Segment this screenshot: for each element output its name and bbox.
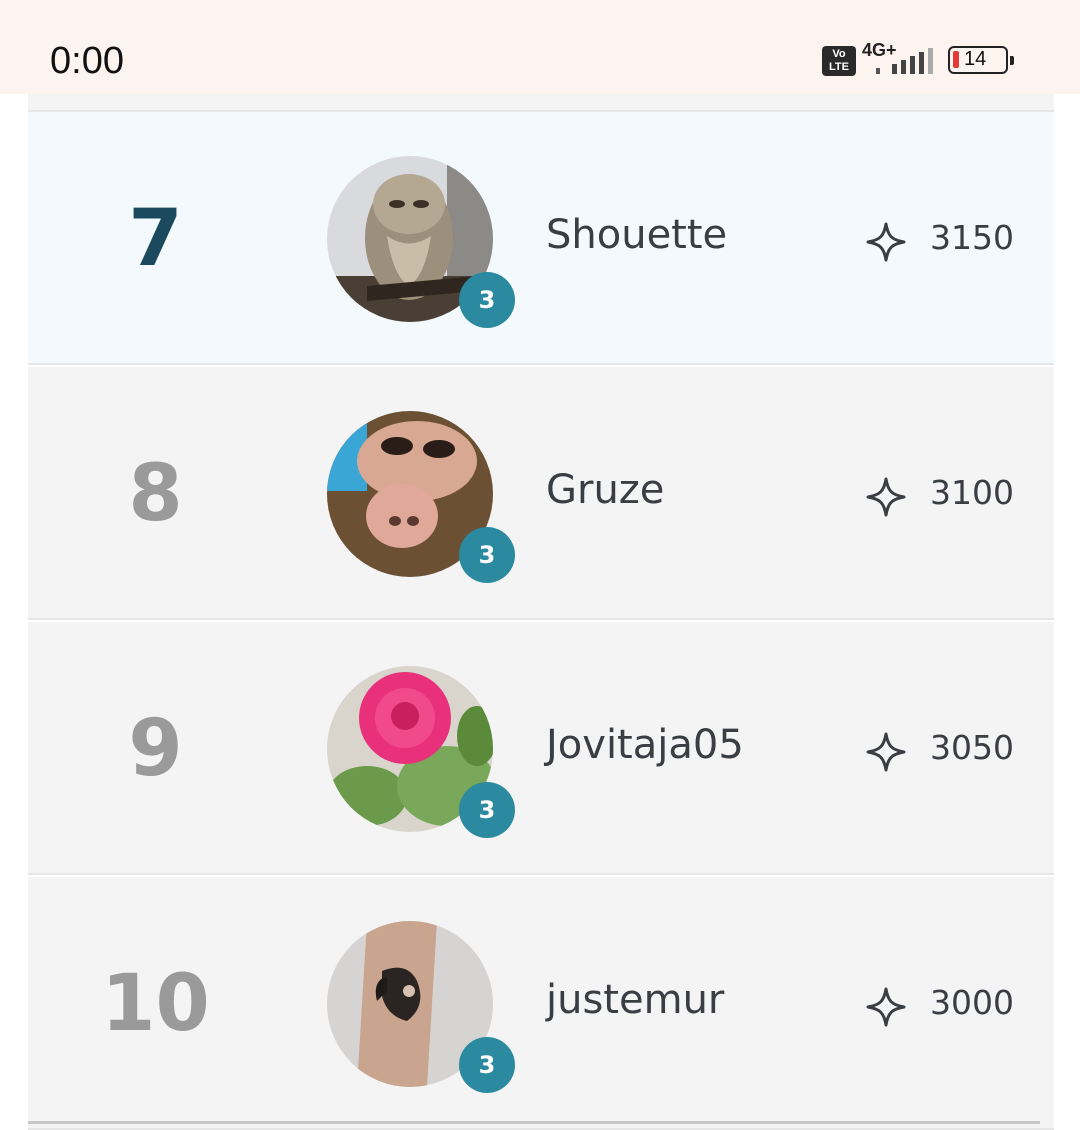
volte-icon: Vo LTE: [822, 46, 856, 76]
leaderboard-row[interactable]: 7 3 Shouette 3150: [28, 110, 1054, 365]
battery-tip: [1010, 56, 1014, 65]
score-value: 3150: [930, 218, 1014, 257]
previous-row-edge: [28, 94, 1054, 110]
sparkle-star-icon: [866, 477, 906, 517]
username[interactable]: Shouette: [546, 212, 727, 258]
leaderboard-row[interactable]: 9 3 Jovitaja05 3050: [28, 620, 1054, 875]
rank-number: 9: [128, 704, 183, 794]
level-badge: 3: [459, 1037, 515, 1093]
signal-strength-icon: [876, 48, 933, 74]
level-badge: 3: [459, 527, 515, 583]
level-badge: 3: [459, 272, 515, 328]
username[interactable]: justemur: [546, 977, 724, 1023]
status-bar: 0:00 Vo LTE 4G+ 14: [0, 0, 1080, 94]
score-value: 3100: [930, 473, 1014, 512]
battery-percent: 14: [964, 48, 987, 70]
score-value: 3050: [930, 728, 1014, 767]
rank-number: 10: [101, 959, 210, 1049]
score-value: 3000: [930, 983, 1014, 1022]
level-badge: 3: [459, 782, 515, 838]
rank-number: 7: [128, 194, 183, 284]
rank-number: 8: [128, 449, 183, 539]
list-bottom-divider: [28, 1121, 1040, 1124]
sparkle-star-icon: [866, 222, 906, 262]
battery-icon: 14: [948, 46, 1014, 74]
sparkle-star-icon: [866, 987, 906, 1027]
status-time: 0:00: [50, 40, 124, 82]
leaderboard-list: 7 3 Shouette 3150 8 3 Gruze 3100 9 3 Jov…: [28, 94, 1054, 1130]
battery-level-fill: [953, 51, 959, 68]
leaderboard-row[interactable]: 10 3 justemur 3000: [28, 875, 1054, 1130]
leaderboard-row[interactable]: 8 3 Gruze 3100: [28, 365, 1054, 620]
username[interactable]: Jovitaja05: [546, 722, 744, 768]
username[interactable]: Gruze: [546, 467, 664, 513]
sparkle-star-icon: [866, 732, 906, 772]
